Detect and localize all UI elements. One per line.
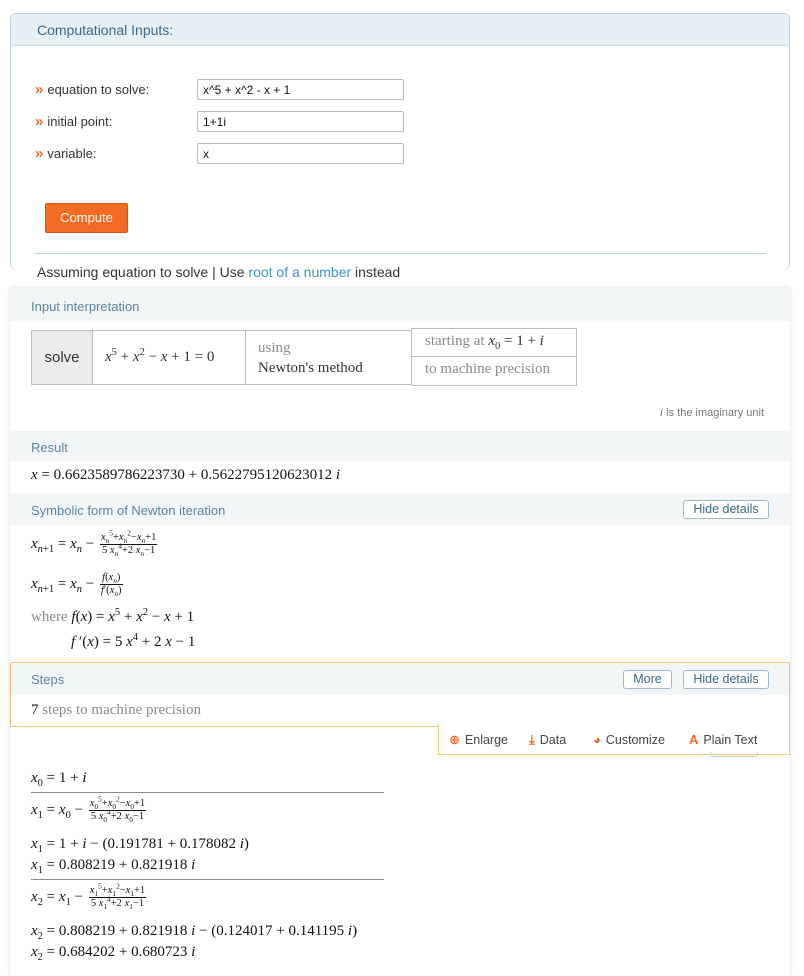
inputs-header: Computational Inputs:: [11, 14, 789, 46]
starting-at-label: starting at: [425, 333, 485, 349]
assuming-text: Assuming equation to solve | Use: [37, 264, 249, 280]
enlarge-label: Enlarge: [464, 733, 508, 747]
data-button[interactable]: ⤓ Data: [529, 732, 566, 748]
x2-prev-real: 0.808219: [58, 923, 116, 939]
result-real: 0.6623589786223730: [53, 467, 185, 483]
divider: [35, 253, 766, 254]
interp-using: using: [258, 339, 291, 356]
interpretation-table: solve x5 + x2 − x + 1 = 0 using Newton's …: [31, 330, 412, 385]
interp-precision: to machine precision: [425, 361, 550, 377]
field-label-variable: variable:: [47, 146, 97, 161]
customize-label: Customize: [605, 733, 665, 747]
computational-inputs-card: Computational Inputs: » equation to solve…: [10, 13, 790, 280]
steps-panel: Steps More Hide details 7 steps to machi…: [10, 662, 790, 727]
field-row-initial-point: » initial point:: [35, 111, 404, 135]
step-x1-expand: x1 = 1 + i − (0.191781 + 0.178082 i): [31, 836, 249, 855]
x1-imag: 0.821918: [131, 857, 188, 873]
interp-solve: solve: [31, 330, 93, 385]
more-button[interactable]: More: [623, 670, 672, 689]
pod-title-input-interpretation: Input interpretation: [10, 288, 790, 321]
step-separator: [31, 792, 384, 793]
x2-imag: 0.680723: [131, 944, 188, 960]
function-definition: where f(x) = x5 + x2 − x + 1: [31, 607, 195, 625]
palette-icon: ◕: [593, 732, 601, 747]
result-imag: 0.5622795120623012: [200, 467, 333, 483]
x2-correction: (0.124017 + 0.141195: [211, 923, 345, 939]
step-x2-value: x2 = 0.684202 + 0.680723 i: [31, 944, 196, 963]
result-value: x = 0.6623589786223730 + 0.5622795120623…: [31, 467, 341, 483]
interp-starting-at: starting at x0 = 1 + i: [412, 329, 576, 357]
compute-button[interactable]: Compute: [45, 203, 128, 233]
text-a-icon: A: [689, 732, 699, 747]
equation-input[interactable]: [197, 79, 404, 100]
plain-text-label: Plain Text: [703, 733, 758, 747]
x2-prev-imag: 0.821918: [131, 923, 188, 939]
interp-equation: x5 + x2 − x + 1 = 0: [92, 330, 246, 385]
field-row-equation: » equation to solve:: [35, 79, 404, 103]
step-x1-formula: x1 = x0 − x05+x02−x0+1 5 x04+2 x0−1: [31, 794, 147, 825]
initial-point-input[interactable]: [197, 111, 404, 132]
imaginary-unit-text: is the imaginary unit: [666, 407, 764, 419]
newton-formula-1: xn+1 = xn − xn5+xn2−xn+1 5 xn4+2 xn−1: [31, 528, 158, 559]
customize-button[interactable]: ◕ Customize: [593, 732, 665, 747]
field-label-equation: equation to solve:: [47, 82, 150, 97]
x2-real: 0.684202: [58, 944, 116, 960]
newton-formula-2: xn+1 = xn − f(xn) f′(xn): [31, 572, 123, 599]
step-x1-value: x1 = 0.808219 + 0.821918 i: [31, 857, 196, 876]
step-x2-expand: x2 = 0.808219 + 0.821918 i − (0.124017 +…: [31, 923, 358, 942]
derivative-definition: f ′(x) = 5 x4 + 2 x − 1: [71, 632, 196, 650]
chevron-right-icon: »: [35, 81, 44, 98]
step-x0: x0 = 1 + i: [31, 770, 87, 789]
pod-title-result: Result: [10, 430, 790, 461]
pod-toolbar: ⊕ Enlarge ⤓ Data ◕ Customize A Plain Text: [438, 724, 790, 755]
steps-text: steps to machine precision: [42, 702, 201, 718]
x1-correction: (0.191781 + 0.178082: [102, 836, 236, 852]
enlarge-button[interactable]: ⊕ Enlarge: [449, 732, 508, 748]
x1-real: 0.808219: [58, 857, 116, 873]
variable-input[interactable]: [197, 143, 404, 164]
assuming-suffix: instead: [351, 264, 401, 280]
chevron-right-icon: »: [35, 113, 44, 130]
steps-number: 7: [31, 702, 39, 718]
chevron-right-icon: »: [35, 145, 44, 162]
pod-title-steps: Steps: [11, 663, 789, 695]
hide-details-button[interactable]: Hide details: [683, 500, 769, 519]
step-x2-formula: x2 = x1 − x15+x12−x1+1 5 x14+2 x1−1: [31, 881, 147, 912]
root-of-number-link[interactable]: root of a number: [248, 264, 351, 280]
magnify-plus-icon: ⊕: [449, 732, 460, 747]
field-row-variable: » variable:: [35, 143, 404, 167]
download-icon: ⤓: [529, 732, 535, 747]
inputs-body: »equation to solve: »initial point: »var…: [11, 46, 789, 280]
interp-newton: Newton's method: [258, 359, 363, 376]
hide-steps-button[interactable]: Hide details: [683, 670, 769, 689]
pod-title-symbolic: Symbolic form of Newton iteration: [10, 493, 790, 525]
imaginary-unit-note: i is the imaginary unit: [659, 405, 764, 419]
steps-count: 7 steps to machine precision: [31, 702, 201, 719]
results-panel: Input interpretation solve x5 + x2 − x +…: [10, 288, 790, 976]
data-label: Data: [539, 733, 567, 747]
assumption-line: Assuming equation to solve | Use root of…: [37, 264, 400, 280]
where-label: where: [31, 609, 68, 625]
interp-method: using Newton's method: [245, 330, 412, 385]
hidden-button-edge: [710, 752, 758, 757]
plain-text-button[interactable]: A Plain Text: [689, 732, 757, 747]
step-separator: [31, 879, 384, 880]
interp-start-box: starting at x0 = 1 + i to machine precis…: [411, 328, 577, 386]
field-label-initial-point: initial point:: [47, 114, 113, 129]
